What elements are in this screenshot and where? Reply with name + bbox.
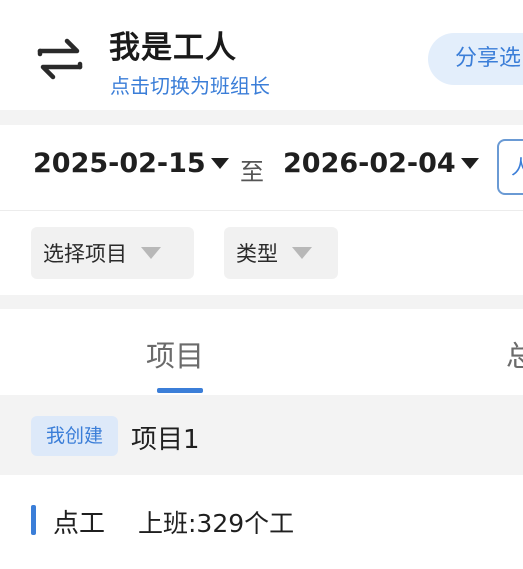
tab-total[interactable]: 总 bbox=[506, 333, 523, 375]
triangle-down-icon bbox=[141, 247, 161, 259]
date-range-separator: 至 bbox=[240, 158, 264, 186]
end-date-picker[interactable]: 2026-02-04 bbox=[283, 148, 479, 179]
project-select[interactable]: 选择项目 bbox=[31, 227, 194, 279]
section-gap bbox=[0, 110, 523, 125]
project-select-label: 选择项目 bbox=[43, 242, 127, 266]
switch-role-link[interactable]: 点击切换为班组长 bbox=[110, 70, 270, 99]
project-name: 项目1 bbox=[131, 425, 200, 455]
triangle-down-icon bbox=[460, 158, 479, 169]
start-date-value: 2025-02-15 bbox=[33, 148, 206, 179]
tab-project[interactable]: 项目 bbox=[146, 333, 204, 375]
triangle-down-icon bbox=[210, 158, 229, 169]
project-header[interactable]: 我创建 项目1 bbox=[0, 395, 523, 475]
triangle-down-icon bbox=[292, 247, 312, 259]
section-gap bbox=[0, 295, 523, 309]
summary-row[interactable]: 点工 上班:329个工 bbox=[0, 475, 523, 569]
creator-badge: 我创建 bbox=[31, 416, 118, 456]
type-select-label: 类型 bbox=[236, 242, 278, 266]
type-select[interactable]: 类型 bbox=[224, 227, 338, 279]
filter-panel: 2025-02-15 至 2026-02-04 人 选择项目 类型 bbox=[0, 125, 523, 295]
side-filter-button[interactable]: 人 bbox=[497, 139, 523, 195]
summary-label: 点工 bbox=[53, 509, 106, 539]
header: 我是工人 点击切换为班组长 分享选 bbox=[0, 0, 523, 110]
switch-arrows-icon[interactable] bbox=[34, 33, 86, 85]
start-date-picker[interactable]: 2025-02-15 bbox=[33, 148, 229, 179]
divider bbox=[0, 210, 523, 211]
role-title: 我是工人 bbox=[109, 30, 237, 66]
summary-value: 上班:329个工 bbox=[138, 509, 295, 538]
tab-bar: 项目 总 bbox=[0, 309, 523, 395]
active-tab-indicator bbox=[157, 388, 203, 393]
share-button[interactable]: 分享选 bbox=[428, 33, 523, 85]
accent-bar bbox=[31, 505, 36, 535]
end-date-value: 2026-02-04 bbox=[283, 148, 456, 179]
page: 我是工人 点击切换为班组长 分享选 2025-02-15 至 2026-02-0… bbox=[0, 0, 523, 569]
